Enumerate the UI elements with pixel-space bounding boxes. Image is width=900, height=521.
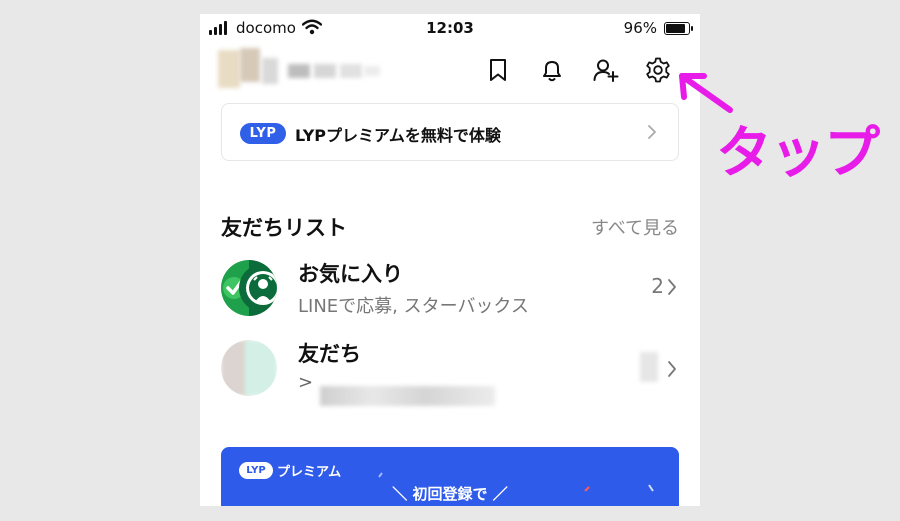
confetti-decoration [378, 472, 654, 492]
phone-screen: docomo 12:03 96% LYP LYPプレミアムを無料で体験 友だちリ… [200, 14, 700, 506]
annotation-tap-label: タップ [716, 121, 880, 186]
bell-icon[interactable] [538, 56, 566, 84]
favorites-row[interactable]: お気に入り LINEで応募, スターバックス 2 [200, 256, 700, 326]
see-all-link[interactable]: すべて見る [591, 214, 679, 240]
friends-count-blurred [640, 352, 658, 382]
friends-subtitle-blurred [320, 386, 495, 406]
favorites-subtitle: LINEで応募, スターバックス [298, 296, 529, 317]
settings-icon[interactable] [644, 56, 672, 84]
premium-trial-banner[interactable]: LYP LYPプレミアムを無料で体験 [221, 103, 679, 161]
add-friend-icon[interactable] [592, 56, 620, 84]
friends-row[interactable]: 友だち > [200, 336, 700, 406]
friends-subtitle-prefix: > [298, 372, 314, 393]
friends-list-title: 友だちリスト [221, 216, 347, 240]
premium-promo-card[interactable]: LYP プレミアム ＼ 初回登録で ／ [221, 447, 679, 506]
battery-level-fill [666, 24, 686, 33]
battery-icon [664, 22, 693, 35]
friends-title: 友だち [298, 342, 361, 366]
chevron-right-icon [668, 279, 676, 295]
favorites-count: 2 [651, 274, 664, 298]
premium-trial-text: LYPプレミアムを無料で体験 [295, 126, 501, 145]
chevron-right-icon [668, 361, 676, 377]
profile-area-blurred[interactable] [218, 46, 383, 92]
battery-percent: 96% [623, 19, 657, 37]
favorites-title: お気に入り [298, 262, 403, 286]
status-bar: docomo 12:03 96% [200, 14, 700, 44]
lyp-badge: LYP [240, 123, 286, 144]
chevron-right-icon [648, 125, 656, 139]
friends-avatar [221, 340, 277, 396]
favorites-avatar [221, 260, 277, 316]
bookmark-icon[interactable] [484, 56, 512, 84]
